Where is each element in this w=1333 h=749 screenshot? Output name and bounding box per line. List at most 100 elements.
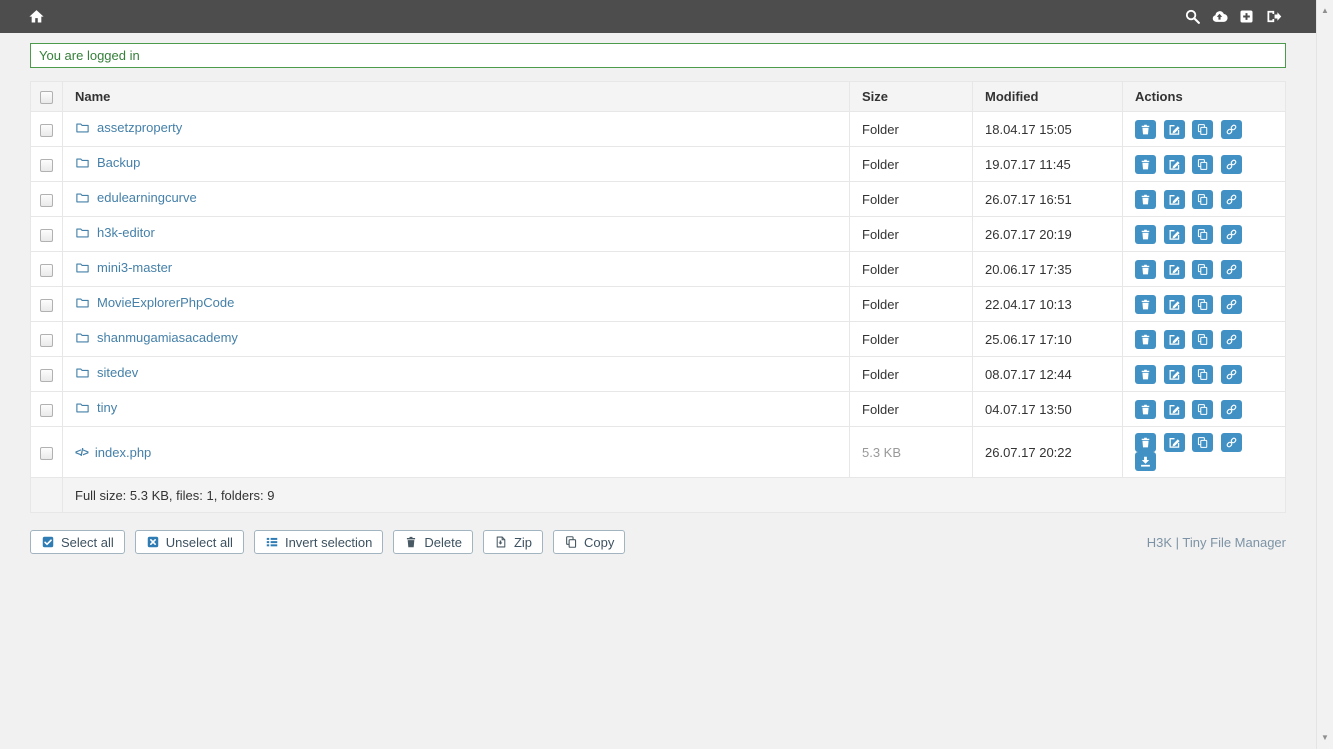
table-row: tiny Folder 04.07.17 13:50	[31, 392, 1286, 427]
delete-button[interactable]	[1135, 365, 1156, 384]
delete-button[interactable]	[1135, 433, 1156, 452]
table-row: Backup Folder 19.07.17 11:45	[31, 147, 1286, 182]
folder-link[interactable]: MovieExplorerPhpCode	[75, 295, 234, 310]
zip-button[interactable]: Zip	[483, 530, 543, 554]
edit-icon	[1168, 403, 1181, 416]
rename-button[interactable]	[1164, 433, 1185, 452]
item-name: MovieExplorerPhpCode	[97, 295, 234, 310]
copy-button[interactable]	[1192, 365, 1213, 384]
link-button[interactable]	[1221, 155, 1242, 174]
delete-button[interactable]	[1135, 120, 1156, 139]
row-checkbox[interactable]	[40, 124, 53, 137]
home-icon	[28, 8, 45, 25]
folder-link[interactable]: assetzproperty	[75, 120, 182, 135]
rename-button[interactable]	[1164, 330, 1185, 349]
home-button[interactable]	[28, 8, 45, 25]
download-icon	[1139, 455, 1152, 468]
folder-link[interactable]: shanmugamiasacademy	[75, 330, 238, 345]
delete-button[interactable]	[1135, 330, 1156, 349]
table-row: MovieExplorerPhpCode Folder 22.04.17 10:…	[31, 287, 1286, 322]
new-item-button[interactable]	[1238, 8, 1255, 25]
link-button[interactable]	[1221, 260, 1242, 279]
select-all-button[interactable]: Select all	[30, 530, 125, 554]
rename-button[interactable]	[1164, 295, 1185, 314]
rename-button[interactable]	[1164, 260, 1185, 279]
row-checkbox[interactable]	[40, 264, 53, 277]
size-cell: Folder	[850, 182, 973, 217]
link-button[interactable]	[1221, 400, 1242, 419]
scroll-up-arrow-icon[interactable]: ▲	[1317, 7, 1333, 15]
copy-button[interactable]	[1192, 120, 1213, 139]
copy-button[interactable]	[1192, 190, 1213, 209]
trash-icon	[1139, 123, 1152, 136]
copy-icon	[1196, 228, 1209, 241]
link-icon	[1225, 228, 1238, 241]
copy-button[interactable]	[1192, 155, 1213, 174]
folder-link[interactable]: edulearningcurve	[75, 190, 197, 205]
modified-cell: 26.07.17 16:51	[973, 182, 1123, 217]
button-label: Invert selection	[285, 535, 372, 550]
copy-button[interactable]	[1192, 260, 1213, 279]
copy-button[interactable]	[1192, 225, 1213, 244]
folder-icon	[75, 155, 90, 170]
folder-link[interactable]: sitedev	[75, 365, 138, 380]
link-button[interactable]	[1221, 330, 1242, 349]
rename-button[interactable]	[1164, 190, 1185, 209]
link-button[interactable]	[1221, 433, 1242, 452]
modified-cell: 04.07.17 13:50	[973, 392, 1123, 427]
row-checkbox[interactable]	[40, 194, 53, 207]
delete-button[interactable]	[1135, 400, 1156, 419]
download-button[interactable]	[1135, 452, 1156, 471]
edit-icon	[1168, 158, 1181, 171]
delete-selected-button[interactable]: Delete	[393, 530, 473, 554]
row-checkbox[interactable]	[40, 369, 53, 382]
select-all-checkbox[interactable]	[40, 91, 53, 104]
rename-button[interactable]	[1164, 365, 1185, 384]
row-checkbox[interactable]	[40, 229, 53, 242]
delete-button[interactable]	[1135, 225, 1156, 244]
copy-button[interactable]	[1192, 400, 1213, 419]
logout-button[interactable]	[1265, 8, 1282, 25]
link-button[interactable]	[1221, 190, 1242, 209]
list-icon	[265, 535, 279, 549]
invert-selection-button[interactable]: Invert selection	[254, 530, 383, 554]
unselect-all-button[interactable]: Unselect all	[135, 530, 244, 554]
link-button[interactable]	[1221, 295, 1242, 314]
link-button[interactable]	[1221, 225, 1242, 244]
link-button[interactable]	[1221, 120, 1242, 139]
item-name: Backup	[97, 155, 140, 170]
size-cell: Folder	[850, 147, 973, 182]
rename-button[interactable]	[1164, 120, 1185, 139]
rename-button[interactable]	[1164, 400, 1185, 419]
scroll-down-arrow-icon[interactable]: ▼	[1317, 734, 1333, 742]
delete-button[interactable]	[1135, 155, 1156, 174]
top-navbar	[0, 0, 1316, 33]
folder-icon	[75, 120, 90, 135]
row-checkbox[interactable]	[40, 404, 53, 417]
link-button[interactable]	[1221, 365, 1242, 384]
search-button[interactable]	[1184, 8, 1201, 25]
row-checkbox[interactable]	[40, 447, 53, 460]
delete-button[interactable]	[1135, 295, 1156, 314]
edit-icon	[1168, 123, 1181, 136]
size-cell: Folder	[850, 287, 973, 322]
folder-link[interactable]: Backup	[75, 155, 140, 170]
content: You are logged in Name Size Modified Act…	[0, 33, 1316, 554]
copy-button[interactable]	[1192, 295, 1213, 314]
row-checkbox[interactable]	[40, 299, 53, 312]
vertical-scrollbar[interactable]: ▲ ▼	[1316, 0, 1333, 749]
folder-link[interactable]: tiny	[75, 400, 117, 415]
copy-button[interactable]	[1192, 330, 1213, 349]
file-link[interactable]: </>index.php	[75, 445, 151, 460]
delete-button[interactable]	[1135, 260, 1156, 279]
folder-link[interactable]: mini3-master	[75, 260, 172, 275]
rename-button[interactable]	[1164, 225, 1185, 244]
upload-button[interactable]	[1211, 8, 1228, 25]
copy-button[interactable]	[1192, 433, 1213, 452]
row-checkbox[interactable]	[40, 334, 53, 347]
rename-button[interactable]	[1164, 155, 1185, 174]
delete-button[interactable]	[1135, 190, 1156, 209]
folder-link[interactable]: h3k-editor	[75, 225, 155, 240]
row-checkbox[interactable]	[40, 159, 53, 172]
copy-selected-button[interactable]: Copy	[553, 530, 625, 554]
